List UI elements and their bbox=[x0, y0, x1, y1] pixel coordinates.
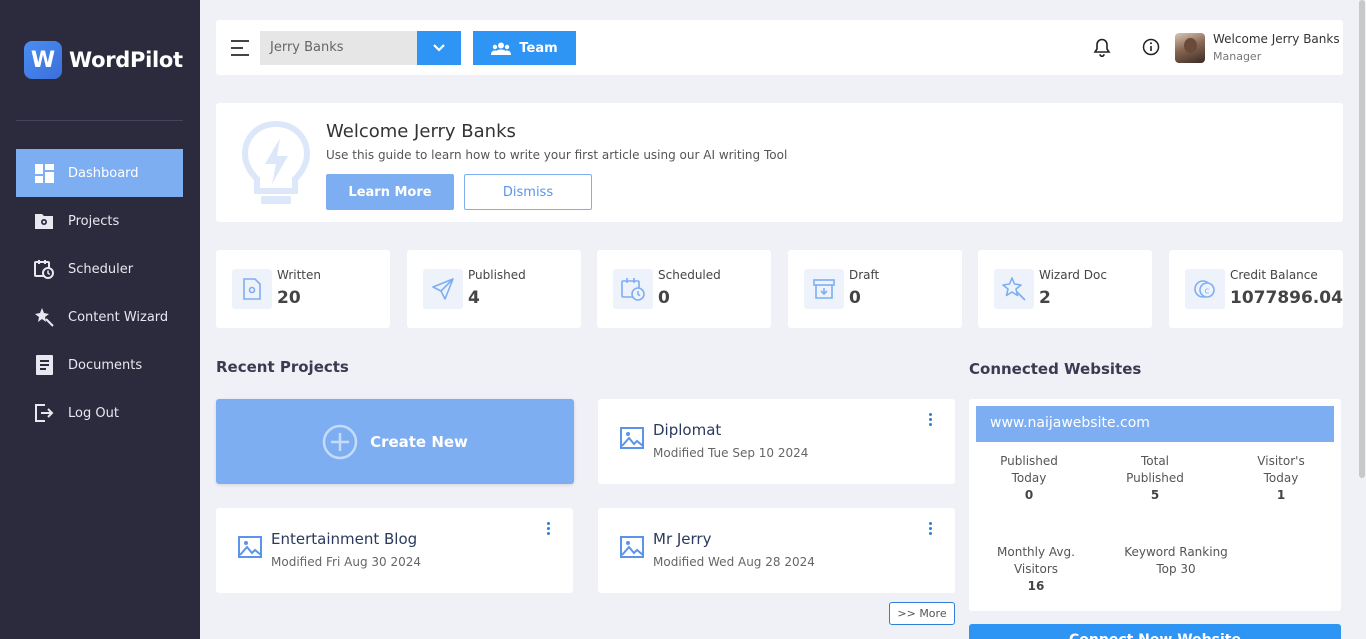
sidebar-item-label: Content Wizard bbox=[68, 309, 169, 325]
folder-gear-icon bbox=[34, 211, 54, 231]
project-card[interactable]: Mr Jerry Modified Wed Aug 28 2024 bbox=[598, 508, 955, 593]
stat-value: 0 bbox=[849, 288, 861, 308]
stat-card-published: Published 4 bbox=[407, 250, 581, 328]
monthly-visitors-stat: Monthly Avg. Visitors 16 bbox=[997, 545, 1075, 593]
stat-card-scheduled: Scheduled 0 bbox=[597, 250, 771, 328]
create-new-project-button[interactable]: Create New bbox=[216, 399, 574, 484]
wizard-star-icon bbox=[994, 269, 1034, 309]
website-url[interactable]: www.naijawebsite.com bbox=[976, 406, 1334, 442]
calendar-clock-icon bbox=[34, 259, 54, 279]
team-select-dropdown-button[interactable] bbox=[417, 31, 461, 65]
lightbulb-icon bbox=[241, 120, 311, 214]
stat-value: 4 bbox=[468, 288, 480, 308]
coins-icon: c bbox=[1185, 269, 1225, 309]
app-name: WordPilot bbox=[69, 48, 183, 72]
user-name: Welcome Jerry Banks bbox=[1213, 32, 1340, 46]
menu-toggle-icon[interactable] bbox=[231, 40, 249, 61]
stat-label: Scheduled bbox=[658, 268, 721, 282]
stat-value: 0 bbox=[658, 288, 670, 308]
website-card: www.naijawebsite.com Published Today 0 T… bbox=[969, 399, 1341, 611]
archive-icon bbox=[804, 269, 844, 309]
connect-new-website-button[interactable]: Connect New Website bbox=[969, 624, 1341, 639]
sidebar-item-label: Dashboard bbox=[68, 165, 139, 181]
stat-label: Written bbox=[277, 268, 321, 282]
sidebar-item-documents[interactable]: Documents bbox=[16, 341, 183, 389]
sidebar: W WordPilot Dashboard Projects Scheduler bbox=[0, 0, 200, 639]
keyword-ranking-stat: Keyword Ranking Top 30 bbox=[1124, 545, 1228, 576]
team-button-label: Team bbox=[519, 40, 558, 56]
team-select[interactable]: Jerry Banks bbox=[260, 31, 417, 65]
logout-icon bbox=[34, 403, 54, 423]
welcome-subtitle: Use this guide to learn how to write you… bbox=[326, 148, 788, 162]
project-modified: Modified Tue Sep 10 2024 bbox=[653, 446, 809, 460]
sidebar-item-scheduler[interactable]: Scheduler bbox=[16, 245, 183, 293]
create-new-label: Create New bbox=[370, 432, 468, 451]
welcome-title: Welcome Jerry Banks bbox=[326, 121, 516, 142]
project-title[interactable]: Mr Jerry bbox=[653, 530, 711, 548]
learn-more-button[interactable]: Learn More bbox=[326, 174, 454, 210]
sidebar-item-label: Documents bbox=[68, 357, 143, 373]
file-gear-icon bbox=[232, 269, 272, 309]
document-icon bbox=[34, 355, 54, 375]
connected-websites-title: Connected Websites bbox=[969, 360, 1142, 378]
stat-label: Draft bbox=[849, 268, 880, 282]
welcome-banner: Welcome Jerry Banks Use this guide to le… bbox=[216, 103, 1343, 222]
more-options-icon[interactable] bbox=[929, 522, 933, 537]
project-card[interactable]: Entertainment Blog Modified Fri Aug 30 2… bbox=[216, 508, 573, 593]
published-today-stat: Published Today 0 bbox=[1000, 454, 1058, 502]
more-options-icon[interactable] bbox=[547, 522, 551, 537]
visitors-today-stat: Visitor's Today 1 bbox=[1257, 454, 1305, 502]
stat-card-draft: Draft 0 bbox=[788, 250, 962, 328]
stat-value: 1077896.04 bbox=[1230, 288, 1343, 308]
scrollbar[interactable] bbox=[1358, 0, 1366, 639]
logo-icon: W bbox=[24, 41, 62, 79]
sidebar-nav: Dashboard Projects Scheduler Content Wiz… bbox=[16, 149, 183, 437]
logo[interactable]: W WordPilot bbox=[24, 41, 183, 79]
sidebar-item-content-wizard[interactable]: Content Wizard bbox=[16, 293, 183, 341]
sidebar-item-label: Scheduler bbox=[68, 261, 134, 277]
svg-text:c: c bbox=[1205, 287, 1210, 297]
sidebar-item-projects[interactable]: Projects bbox=[16, 197, 183, 245]
sidebar-item-label: Projects bbox=[68, 213, 120, 229]
sidebar-item-logout[interactable]: Log Out bbox=[16, 389, 183, 437]
recent-projects-title: Recent Projects bbox=[216, 358, 349, 376]
user-role: Manager bbox=[1213, 50, 1262, 63]
send-icon bbox=[423, 269, 463, 309]
image-icon bbox=[620, 536, 644, 558]
stat-value: 2 bbox=[1039, 288, 1051, 308]
chevron-down-icon bbox=[433, 44, 445, 52]
stat-value: 20 bbox=[277, 288, 301, 308]
project-title[interactable]: Entertainment Blog bbox=[271, 530, 417, 548]
more-options-icon[interactable] bbox=[929, 413, 933, 428]
image-icon bbox=[620, 427, 644, 449]
stat-label: Published bbox=[468, 268, 526, 282]
bell-icon[interactable] bbox=[1093, 38, 1111, 61]
stat-card-written: Written 20 bbox=[216, 250, 390, 328]
dismiss-button[interactable]: Dismiss bbox=[464, 174, 592, 210]
team-button[interactable]: Team bbox=[473, 31, 576, 65]
wizard-star-icon bbox=[34, 307, 54, 327]
info-icon[interactable] bbox=[1142, 38, 1160, 60]
project-modified: Modified Wed Aug 28 2024 bbox=[653, 555, 815, 569]
project-card[interactable]: Diplomat Modified Tue Sep 10 2024 bbox=[598, 399, 955, 484]
more-projects-button[interactable]: >> More bbox=[889, 602, 955, 625]
stat-label: Credit Balance bbox=[1230, 268, 1318, 282]
project-title[interactable]: Diplomat bbox=[653, 421, 721, 439]
stat-card-credit-balance: c Credit Balance 1077896.04 bbox=[1169, 250, 1343, 328]
avatar[interactable] bbox=[1175, 33, 1205, 63]
stat-label: Wizard Doc bbox=[1039, 268, 1107, 282]
total-published-stat: Total Published 5 bbox=[1126, 454, 1184, 502]
users-icon bbox=[491, 42, 512, 55]
divider bbox=[16, 120, 183, 121]
image-icon bbox=[238, 536, 262, 558]
topbar: Jerry Banks Team Welcome Jerry Banks Man… bbox=[216, 20, 1343, 75]
plus-circle-icon bbox=[322, 424, 358, 459]
calendar-clock-icon bbox=[613, 269, 653, 309]
project-modified: Modified Fri Aug 30 2024 bbox=[271, 555, 421, 569]
dashboard-icon bbox=[34, 163, 54, 183]
sidebar-item-dashboard[interactable]: Dashboard bbox=[16, 149, 183, 197]
sidebar-item-label: Log Out bbox=[68, 405, 119, 421]
stat-card-wizard-doc: Wizard Doc 2 bbox=[978, 250, 1152, 328]
